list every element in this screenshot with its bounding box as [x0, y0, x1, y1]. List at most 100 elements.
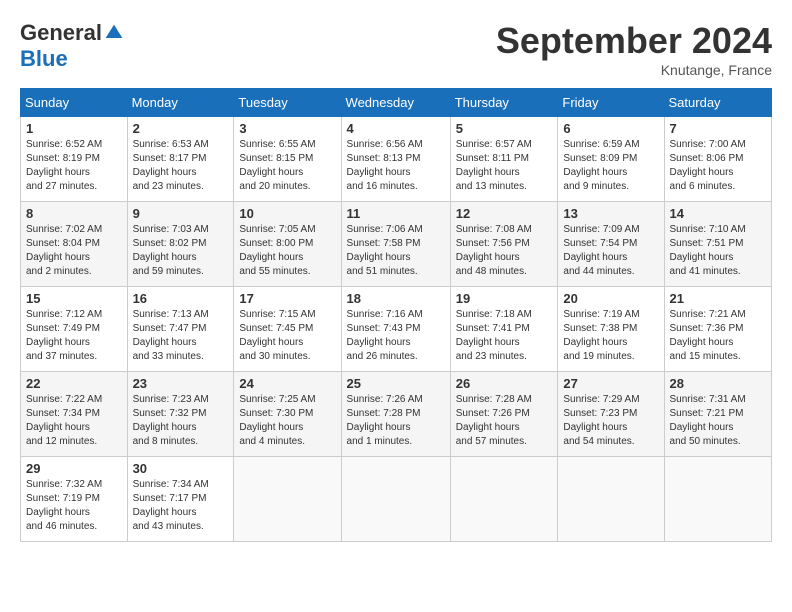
table-row: 1Sunrise: 6:52 AMSunset: 8:19 PMDaylight…	[21, 117, 128, 202]
empty-cell	[664, 457, 771, 542]
day-number: 4	[347, 121, 445, 136]
day-number: 12	[456, 206, 553, 221]
table-row: 21 Sunrise: 7:21 AMSunset: 7:36 PMDayligh…	[664, 287, 771, 372]
day-number: 29	[26, 461, 122, 476]
table-row: 7 Sunrise: 7:00 AMSunset: 8:06 PMDaylight…	[664, 117, 771, 202]
empty-cell	[450, 457, 558, 542]
day-info: Sunrise: 7:32 AMSunset: 7:19 PMDaylight …	[26, 478, 122, 534]
location: Knutange, France	[496, 62, 772, 78]
table-row: 17 Sunrise: 7:15 AMSunset: 7:45 PMDayligh…	[234, 287, 341, 372]
table-row: 3 Sunrise: 6:55 AMSunset: 8:15 PMDaylight…	[234, 117, 341, 202]
calendar-week-row: 8 Sunrise: 7:02 AMSunset: 8:04 PMDaylight…	[21, 202, 772, 287]
table-row: 15Sunrise: 7:12 AMSunset: 7:49 PMDayligh…	[21, 287, 128, 372]
day-number: 28	[670, 376, 766, 391]
day-info: Sunrise: 7:21 AMSunset: 7:36 PMDaylight …	[670, 308, 766, 364]
day-number: 30	[133, 461, 229, 476]
day-number: 13	[563, 206, 658, 221]
table-row: 29 Sunrise: 7:32 AMSunset: 7:19 PMDayligh…	[21, 457, 128, 542]
table-row: 28Sunrise: 7:31 AMSunset: 7:21 PMDayligh…	[664, 372, 771, 457]
day-number: 22	[26, 376, 122, 391]
day-number: 2	[133, 121, 229, 136]
calendar-week-row: 1Sunrise: 6:52 AMSunset: 8:19 PMDaylight…	[21, 117, 772, 202]
day-info: Sunrise: 6:53 AMSunset: 8:17 PMDaylight …	[133, 138, 229, 194]
day-number: 17	[239, 291, 335, 306]
table-row: 2 Sunrise: 6:53 AMSunset: 8:17 PMDaylight…	[127, 117, 234, 202]
day-number: 9	[133, 206, 229, 221]
table-row: 13 Sunrise: 7:09 AMSunset: 7:54 PMDayligh…	[558, 202, 664, 287]
day-number: 18	[347, 291, 445, 306]
day-number: 24	[239, 376, 335, 391]
day-number: 3	[239, 121, 335, 136]
day-info: Sunrise: 7:02 AMSunset: 8:04 PMDaylight …	[26, 223, 122, 279]
day-info: Sunrise: 7:13 AMSunset: 7:47 PMDaylight …	[133, 308, 229, 364]
calendar-week-row: 22 Sunrise: 7:22 AMSunset: 7:34 PMDayligh…	[21, 372, 772, 457]
day-info: Sunrise: 7:23 AMSunset: 7:32 PMDaylight …	[133, 393, 229, 449]
day-info: Sunrise: 7:18 AMSunset: 7:41 PMDaylight …	[456, 308, 553, 364]
day-number: 23	[133, 376, 229, 391]
day-number: 5	[456, 121, 553, 136]
day-info: Sunrise: 7:08 AMSunset: 7:56 PMDaylight …	[456, 223, 553, 279]
table-row: 19 Sunrise: 7:18 AMSunset: 7:41 PMDayligh…	[450, 287, 558, 372]
col-wednesday: Wednesday	[341, 89, 450, 117]
table-row: 16Sunrise: 7:13 AMSunset: 7:47 PMDayligh…	[127, 287, 234, 372]
title-section: September 2024 Knutange, France	[496, 20, 772, 78]
calendar-table: Sunday Monday Tuesday Wednesday Thursday…	[20, 88, 772, 542]
day-info: Sunrise: 7:29 AMSunset: 7:23 PMDaylight …	[563, 393, 658, 449]
day-number: 21	[670, 291, 766, 306]
day-info: Sunrise: 6:57 AMSunset: 8:11 PMDaylight …	[456, 138, 553, 194]
day-info: Sunrise: 6:52 AMSunset: 8:19 PMDaylight …	[26, 138, 122, 194]
day-number: 15	[26, 291, 122, 306]
day-info: Sunrise: 7:10 AMSunset: 7:51 PMDaylight …	[670, 223, 766, 279]
logo-icon	[104, 23, 124, 43]
table-row: 30Sunrise: 7:34 AMSunset: 7:17 PMDayligh…	[127, 457, 234, 542]
day-number: 19	[456, 291, 553, 306]
day-number: 14	[670, 206, 766, 221]
day-info: Sunrise: 6:55 AMSunset: 8:15 PMDaylight …	[239, 138, 335, 194]
day-number: 8	[26, 206, 122, 221]
calendar-week-row: 29 Sunrise: 7:32 AMSunset: 7:19 PMDayligh…	[21, 457, 772, 542]
day-info: Sunrise: 7:06 AMSunset: 7:58 PMDaylight …	[347, 223, 445, 279]
table-row: 22 Sunrise: 7:22 AMSunset: 7:34 PMDayligh…	[21, 372, 128, 457]
table-row: 27 Sunrise: 7:29 AMSunset: 7:23 PMDayligh…	[558, 372, 664, 457]
table-row: 23 Sunrise: 7:23 AMSunset: 7:32 PMDayligh…	[127, 372, 234, 457]
day-number: 27	[563, 376, 658, 391]
day-number: 7	[670, 121, 766, 136]
day-info: Sunrise: 6:59 AMSunset: 8:09 PMDaylight …	[563, 138, 658, 194]
col-sunday: Sunday	[21, 89, 128, 117]
table-row: 5 Sunrise: 6:57 AMSunset: 8:11 PMDaylight…	[450, 117, 558, 202]
day-info: Sunrise: 7:22 AMSunset: 7:34 PMDaylight …	[26, 393, 122, 449]
table-row: 8 Sunrise: 7:02 AMSunset: 8:04 PMDaylight…	[21, 202, 128, 287]
table-row: 6 Sunrise: 6:59 AMSunset: 8:09 PMDaylight…	[558, 117, 664, 202]
empty-cell	[341, 457, 450, 542]
table-row: 24 Sunrise: 7:25 AMSunset: 7:30 PMDayligh…	[234, 372, 341, 457]
page-header: General Blue September 2024 Knutange, Fr…	[20, 20, 772, 78]
table-row: 9 Sunrise: 7:03 AMSunset: 8:02 PMDaylight…	[127, 202, 234, 287]
col-monday: Monday	[127, 89, 234, 117]
day-number: 6	[563, 121, 658, 136]
col-saturday: Saturday	[664, 89, 771, 117]
logo-general: General	[20, 20, 102, 46]
day-info: Sunrise: 7:09 AMSunset: 7:54 PMDaylight …	[563, 223, 658, 279]
day-info: Sunrise: 7:03 AMSunset: 8:02 PMDaylight …	[133, 223, 229, 279]
table-row: 18 Sunrise: 7:16 AMSunset: 7:43 PMDayligh…	[341, 287, 450, 372]
calendar-header-row: Sunday Monday Tuesday Wednesday Thursday…	[21, 89, 772, 117]
empty-cell	[558, 457, 664, 542]
table-row: 25 Sunrise: 7:26 AMSunset: 7:28 PMDayligh…	[341, 372, 450, 457]
day-number: 26	[456, 376, 553, 391]
col-tuesday: Tuesday	[234, 89, 341, 117]
table-row: 10Sunrise: 7:05 AMSunset: 8:00 PMDayligh…	[234, 202, 341, 287]
day-number: 11	[347, 206, 445, 221]
day-info: Sunrise: 7:05 AMSunset: 8:00 PMDaylight …	[239, 223, 335, 279]
calendar-week-row: 15Sunrise: 7:12 AMSunset: 7:49 PMDayligh…	[21, 287, 772, 372]
day-info: Sunrise: 7:15 AMSunset: 7:45 PMDaylight …	[239, 308, 335, 364]
day-number: 25	[347, 376, 445, 391]
month-title: September 2024	[496, 20, 772, 62]
logo-blue: Blue	[20, 46, 68, 71]
table-row: 11 Sunrise: 7:06 AMSunset: 7:58 PMDayligh…	[341, 202, 450, 287]
day-number: 20	[563, 291, 658, 306]
empty-cell	[234, 457, 341, 542]
day-info: Sunrise: 7:26 AMSunset: 7:28 PMDaylight …	[347, 393, 445, 449]
day-info: Sunrise: 7:00 AMSunset: 8:06 PMDaylight …	[670, 138, 766, 194]
day-info: Sunrise: 7:25 AMSunset: 7:30 PMDaylight …	[239, 393, 335, 449]
day-info: Sunrise: 7:16 AMSunset: 7:43 PMDaylight …	[347, 308, 445, 364]
